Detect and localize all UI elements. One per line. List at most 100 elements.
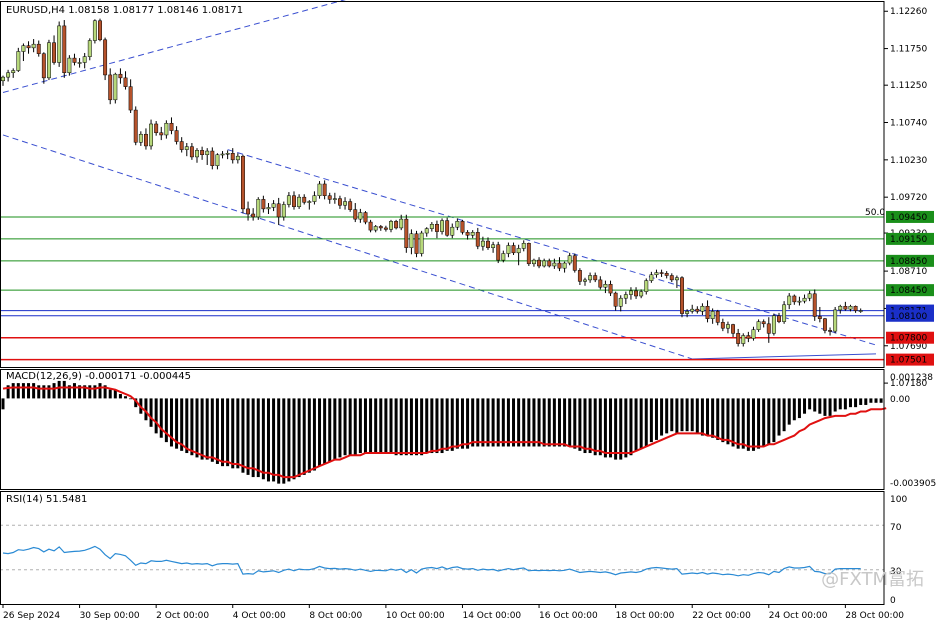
macd-bar — [680, 398, 684, 432]
candle-body — [6, 72, 11, 78]
macd-bar — [823, 398, 827, 416]
candle-body — [807, 293, 812, 299]
candle-body — [491, 244, 496, 248]
macd-bar — [593, 398, 597, 456]
macd-bar — [450, 398, 454, 451]
macd-bar — [690, 398, 694, 432]
macd-bar — [149, 398, 153, 427]
candle-body — [36, 43, 41, 54]
candle-body — [608, 284, 613, 294]
macd-bar — [782, 398, 786, 432]
macd-bar — [721, 398, 725, 443]
candle-body — [337, 198, 342, 206]
candle-body — [756, 321, 761, 330]
candle-body — [358, 212, 363, 220]
macd-bar — [532, 398, 536, 447]
macd-bar — [736, 398, 740, 449]
candle-body — [256, 199, 261, 218]
candle-body — [593, 275, 598, 281]
macd-bar — [328, 398, 332, 462]
candle-body — [725, 324, 730, 329]
macd-bar — [124, 396, 128, 399]
candle-body — [378, 226, 383, 229]
candle-body — [113, 73, 118, 101]
candle-body — [674, 277, 679, 281]
macd-bar — [312, 398, 316, 471]
level-note: 50.0 — [865, 208, 885, 218]
candle-body — [833, 309, 838, 332]
candle-body — [562, 262, 567, 269]
candle-body — [680, 277, 684, 314]
macd-bar — [792, 398, 796, 421]
candle-body — [16, 51, 21, 71]
macd-bar — [726, 398, 730, 445]
candle-body — [169, 122, 174, 131]
macd-bar — [859, 398, 863, 405]
macd-bar — [629, 398, 633, 456]
macd-bar — [828, 398, 832, 416]
macd-bar — [517, 398, 521, 447]
candle-body — [603, 284, 608, 288]
candle-body — [317, 183, 322, 196]
candle-body — [486, 240, 490, 248]
time-axis-label: 2 Oct 00:00 — [156, 611, 209, 621]
candle-body — [572, 255, 577, 271]
macd-bar — [415, 398, 419, 456]
macd-bar — [215, 398, 219, 464]
candle-body — [394, 221, 399, 229]
macd-bar — [384, 398, 388, 454]
candle-body — [521, 243, 526, 249]
candle-body — [399, 218, 404, 229]
macd-bar — [777, 398, 781, 436]
candle-body — [618, 297, 623, 307]
macd-bar — [420, 398, 424, 456]
candle-body — [802, 297, 807, 302]
candle-body — [628, 290, 633, 295]
watermark-logo: @FXTM富拓 — [821, 569, 924, 590]
candle-body — [731, 324, 736, 334]
macd-bar — [767, 398, 771, 445]
price-axis-label: 1.09720 — [890, 193, 927, 203]
macd-bar — [501, 398, 505, 447]
macd-bar — [118, 394, 122, 399]
macd-bar — [496, 398, 500, 447]
macd-bar — [491, 398, 495, 447]
candle-body — [547, 260, 552, 267]
candle-body — [327, 195, 332, 200]
macd-bar — [787, 398, 791, 425]
candle-body — [720, 322, 725, 329]
candle-body — [460, 221, 465, 233]
macd-bar — [808, 398, 812, 410]
candle-body — [797, 300, 802, 303]
macd-bar — [598, 398, 602, 456]
macd-bar — [88, 385, 92, 399]
level-price-label: 1.07501 — [890, 356, 927, 366]
level-price-label: 1.08100 — [890, 312, 927, 322]
macd-bar — [302, 398, 306, 475]
candle-body — [669, 275, 674, 281]
candle-body — [843, 305, 848, 310]
time-axis-label: 14 Oct 00:00 — [462, 611, 521, 621]
macd-bar — [772, 398, 776, 443]
candle-body — [777, 315, 781, 322]
candle-body — [654, 272, 659, 276]
candle-body — [179, 141, 184, 150]
candle-body — [475, 232, 480, 247]
macd-bar — [297, 398, 301, 478]
candle-body — [240, 155, 245, 210]
candle-body — [766, 323, 771, 334]
macd-bar — [292, 398, 296, 480]
macd-bar — [32, 383, 36, 399]
macd-bar — [476, 398, 480, 447]
candle-body — [419, 232, 424, 254]
macd-bar — [343, 398, 347, 456]
candle-body — [792, 295, 797, 303]
candle-body — [685, 311, 690, 314]
macd-bar — [471, 398, 475, 447]
candle-body — [761, 321, 766, 325]
candle-body — [368, 221, 373, 231]
candle-body — [853, 305, 858, 311]
macd-bar — [563, 398, 567, 447]
macd-bar — [568, 398, 572, 447]
candle-body — [634, 290, 639, 297]
